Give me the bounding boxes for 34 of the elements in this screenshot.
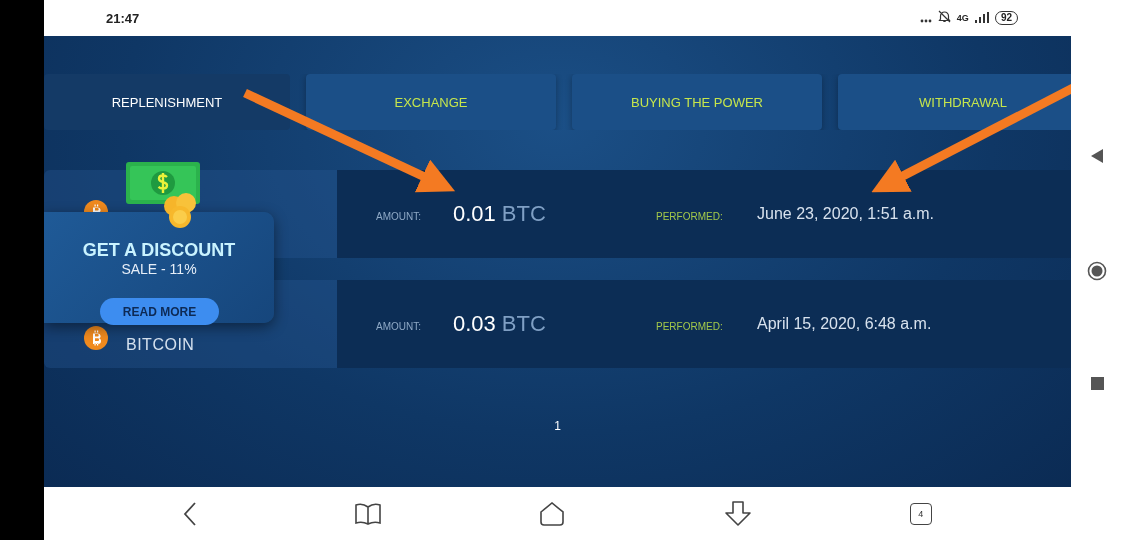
page-number[interactable]: 1: [554, 419, 561, 433]
coin-name: BITCOIN: [126, 336, 195, 354]
performed-date: June 23, 2020, 1:51 a.m.: [757, 205, 934, 223]
bitcoin-icon: [84, 326, 108, 350]
download-icon[interactable]: [723, 500, 752, 527]
clock: 21:47: [106, 10, 140, 26]
amount-value: 0.01: [453, 201, 496, 227]
promo-subtitle: SALE - 11%: [121, 261, 197, 277]
book-icon[interactable]: [355, 502, 382, 525]
amount-label: AMOUNT:: [376, 209, 422, 222]
promo-title: GET A DISCOUNT: [82, 240, 236, 261]
alarm-off-icon: [937, 10, 951, 23]
performed-label: PERFORMED:: [656, 319, 724, 332]
tab[interactable]: WITHDRAWAL: [838, 74, 1071, 130]
amount-value: 0.03: [453, 311, 496, 337]
back-icon[interactable]: [183, 501, 198, 526]
recents-icon[interactable]: [1090, 377, 1104, 390]
currency-unit: BTC: [501, 311, 546, 337]
currency-unit: BTC: [501, 201, 546, 227]
tab[interactable]: REPLENISHMENT: [44, 74, 290, 130]
money-icon: [126, 162, 202, 230]
home-icon[interactable]: [1087, 260, 1107, 281]
performed-date: April 15, 2020, 6:48 a.m.: [757, 315, 932, 333]
network-label: 4G: [956, 13, 969, 23]
tab[interactable]: BUYING THE POWER: [572, 74, 822, 130]
signal-icon: [974, 11, 989, 23]
more-icon: [919, 18, 932, 23]
tabs-counter[interactable]: 4: [909, 502, 932, 525]
amount-label: AMOUNT:: [376, 319, 422, 332]
back-icon[interactable]: [1090, 148, 1104, 164]
tab[interactable]: EXCHANGE: [306, 74, 556, 130]
read-more-button[interactable]: READ MORE: [100, 298, 219, 325]
performed-label: PERFORMED:: [656, 209, 724, 222]
home-icon[interactable]: [539, 501, 566, 526]
